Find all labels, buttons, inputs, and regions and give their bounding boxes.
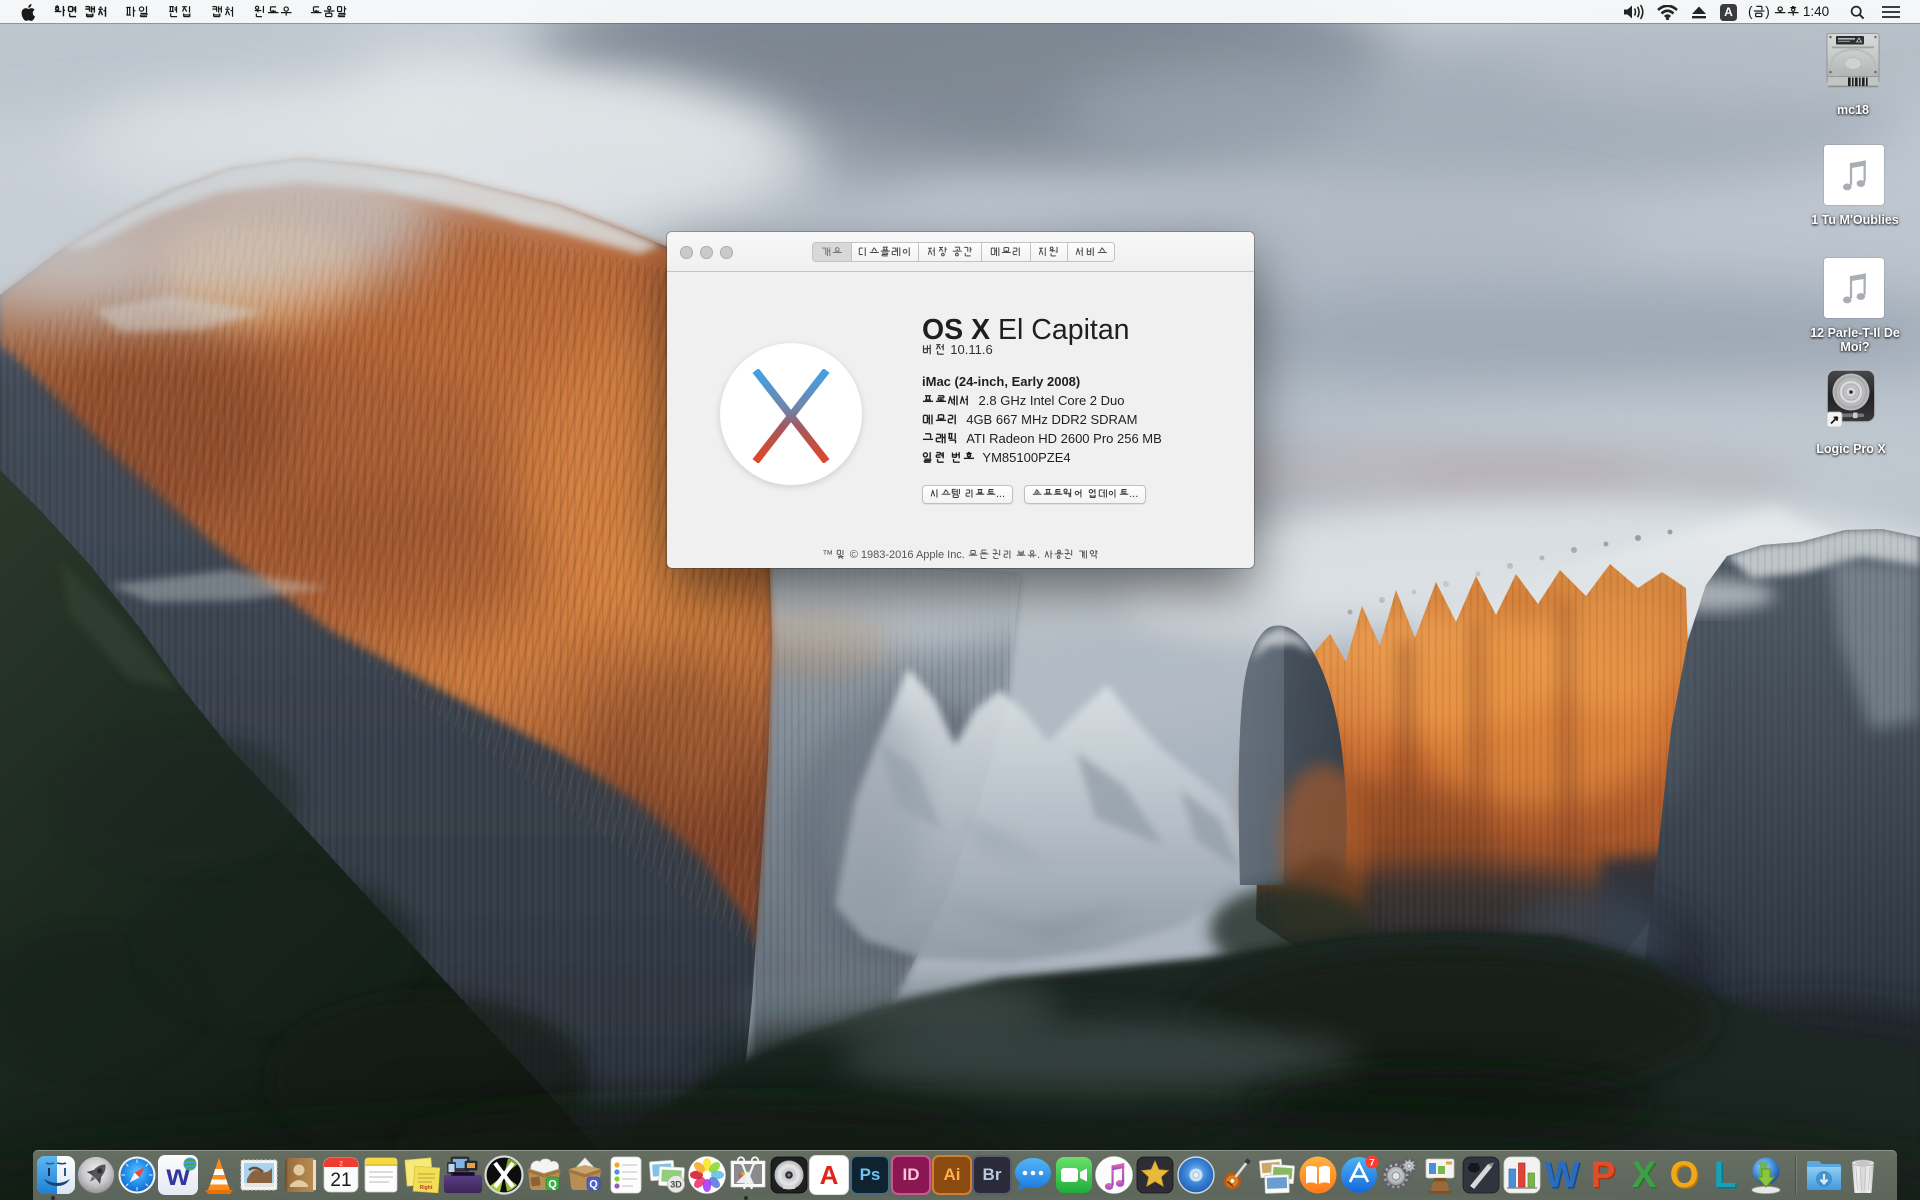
svg-text:Q: Q — [548, 1179, 557, 1191]
svg-text:Right: Right — [420, 1185, 433, 1191]
svg-text:2: 2 — [339, 1161, 343, 1168]
svg-text:Q: Q — [589, 1179, 598, 1191]
svg-text:3D: 3D — [670, 1180, 682, 1190]
svg-text:21: 21 — [330, 1170, 351, 1191]
svg-text:7: 7 — [1369, 1158, 1374, 1169]
